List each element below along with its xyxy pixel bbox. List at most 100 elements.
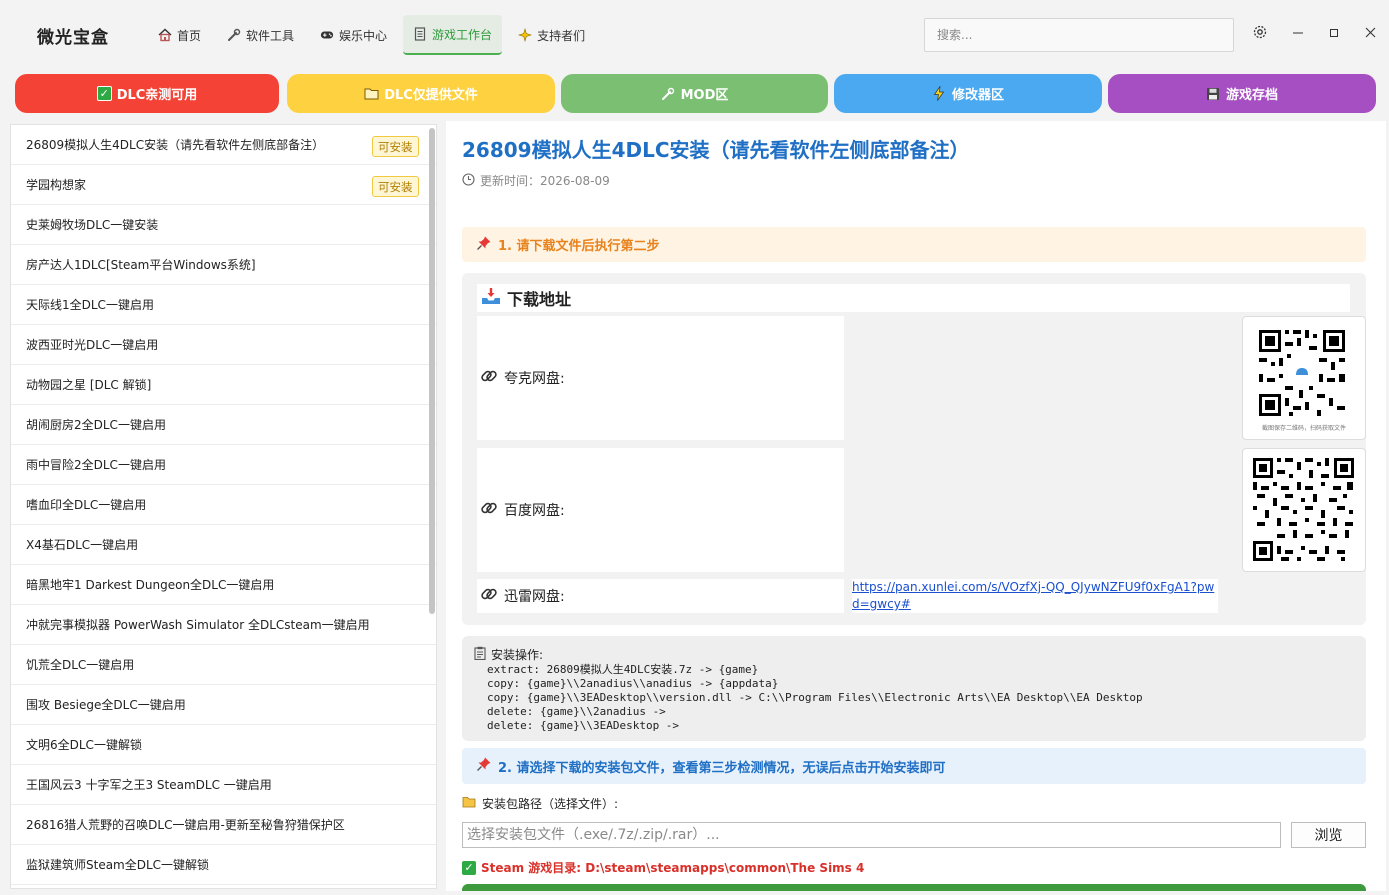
clipboard-icon (474, 646, 486, 663)
download-panel: 下载地址 夸克网盘: 截图保存二维码，扫码获取文件 百度网盘: 迅雷网盘: ht… (462, 273, 1366, 625)
step-2-banner: 2. 请选择下载的安装包文件，查看第三步检测情况，无误后点击开始安装即可 (462, 748, 1366, 784)
list-item[interactable]: X4基石DLC一键启用 (11, 525, 436, 565)
nav-item-supporters[interactable]: 支持者们 (508, 15, 595, 55)
update-date: 2026-08-09 (540, 173, 610, 188)
wrench-icon (661, 86, 676, 101)
install-line: delete: {game}\\2anadius -> (487, 705, 666, 718)
nav-item-label: 首页 (177, 28, 202, 43)
list-item[interactable]: 暗黑地牢1 Darkest Dungeon全DLC一键启用 (11, 565, 436, 605)
pushpin-icon (476, 756, 492, 776)
close-icon (1365, 26, 1376, 42)
list-item[interactable]: 动物园之星 [DLC 解锁] (11, 365, 436, 405)
install-line: copy: {game}\\2anadius\\anadius -> {appd… (487, 677, 779, 690)
category-label: 游戏存档 (1225, 88, 1278, 103)
app-title: 微光宝盒 (37, 28, 109, 48)
list-item[interactable]: 波西亚时光DLC一键启用 (11, 325, 436, 365)
nav-item-home[interactable]: 首页 (148, 15, 211, 55)
link-icon (480, 367, 498, 389)
nav-item-label: 软件工具 (246, 28, 295, 43)
list-item[interactable]: 饥荒全DLC一键启用 (11, 645, 436, 685)
document-icon (413, 27, 427, 41)
list-item[interactable]: 26816猎人荒野的召唤DLC一键启用-更新至秘鲁狩猎保护区 (11, 805, 436, 845)
category-label: MOD区 (680, 88, 729, 103)
gear-icon (1252, 24, 1268, 44)
baidu-label: 百度网盘: (504, 503, 565, 519)
check-box-icon: ✓ (96, 86, 112, 101)
list-item[interactable]: 天际线1全DLC一键启用 (11, 285, 436, 325)
home-icon (158, 28, 172, 42)
settings-button[interactable] (1250, 24, 1270, 44)
nav-item-tools[interactable]: 软件工具 (217, 15, 304, 55)
sparkle-icon (518, 28, 533, 42)
quark-qr-code: 截图保存二维码，扫码获取文件 (1242, 316, 1366, 440)
qr-code-icon (1258, 329, 1346, 417)
gamepad-icon (320, 28, 334, 42)
steam-directory-status: ✓ Steam 游戏目录: D:\steam\steamapps\common\… (462, 859, 864, 876)
search-input[interactable] (924, 18, 1234, 52)
category-label: 修改器区 (951, 88, 1004, 103)
clock-icon (462, 172, 475, 189)
install-line: extract: 26809模拟人生4DLC安装.7z -> {game} (487, 663, 759, 676)
list-item[interactable]: 监狱建筑师Steam全DLC一键解锁 (11, 845, 436, 885)
list-item[interactable]: 雨中冒险2全DLC一键启用 (11, 445, 436, 485)
qr-caption: 截图保存二维码，扫码获取文件 (1261, 425, 1346, 432)
maximize-button[interactable] (1324, 24, 1344, 44)
category-mod[interactable]: MOD区 (561, 74, 828, 113)
step-1-banner: 1. 请下载文件后执行第二步 (462, 227, 1366, 262)
package-path-input[interactable] (462, 822, 1281, 848)
install-line: delete: {game}\\3EADesktop -> (487, 719, 680, 732)
install-operations: 安装操作: extract: 26809模拟人生4DLC安装.7z -> {ga… (462, 636, 1366, 741)
nav-item-entertainment[interactable]: 娱乐中心 (310, 15, 397, 55)
category-dlc-files[interactable]: DLC仅提供文件 (287, 74, 555, 113)
title-bar: 微光宝盒 首页 软件工具 娱乐中心 游戏工作台 支持者们 搜索... (0, 0, 1389, 68)
quark-label: 夸克网盘: (504, 371, 565, 387)
category-label: DLC亲测可用 (116, 88, 198, 103)
check-box-icon: ✓ (462, 860, 476, 875)
minimize-button[interactable] (1288, 24, 1308, 44)
list-item[interactable]: 26809模拟人生4DLC安装（请先看软件左侧底部备注） 可安装 (11, 125, 436, 165)
close-button[interactable] (1360, 24, 1380, 44)
update-time: 更新时间： 2026-08-09 (462, 172, 610, 189)
qr-code-icon (1253, 458, 1354, 561)
wrench-icon (227, 28, 241, 42)
list-item[interactable]: 冲就完事模拟器 PowerWash Simulator 全DLCsteam一键启… (11, 605, 436, 645)
inbox-tray-icon (481, 287, 501, 309)
folder-icon (462, 796, 476, 811)
category-dlc-tested[interactable]: ✓ DLC亲测可用 (15, 74, 279, 113)
link-icon (480, 499, 498, 521)
list-item[interactable]: 围攻 Besiege全DLC一键启用 (11, 685, 436, 725)
installable-badge: 可安装 (372, 176, 419, 197)
list-item[interactable]: 王国风云3 十字军之王3 SteamDLC 一键启用 (11, 765, 436, 805)
lightning-icon (932, 86, 947, 101)
list-item[interactable]: 学园构想家 可安装 (11, 165, 436, 205)
pushpin-icon (476, 235, 492, 255)
link-icon (480, 585, 498, 607)
browse-button[interactable]: 浏览 (1291, 822, 1366, 848)
list-item[interactable]: 文明6全DLC一键解锁 (11, 725, 436, 765)
download-header: 下载地址 (477, 284, 1350, 312)
quark-row: 夸克网盘: (477, 316, 844, 440)
list-scrollbar[interactable] (429, 128, 435, 614)
category-label: DLC仅提供文件 (384, 88, 478, 103)
list-item[interactable]: 史莱姆牧场DLC一键安装 (11, 205, 436, 245)
list-item[interactable]: 胡闹厨房2全DLC一键启用 (11, 405, 436, 445)
install-title: 安装操作: (491, 647, 544, 662)
list-item[interactable]: 嗜血印全DLC一键启用 (11, 485, 436, 525)
nav-item-label: 娱乐中心 (339, 28, 388, 43)
installable-badge: 可安装 (372, 136, 419, 157)
install-line: copy: {game}\\3EADesktop\\version.dll ->… (487, 691, 1143, 704)
nav-item-label: 支持者们 (537, 28, 586, 43)
xunlei-link[interactable]: https://pan.xunlei.com/s/VOzfXj-QQ_QJywN… (852, 579, 1218, 613)
floppy-icon (1206, 86, 1221, 101)
list-item[interactable]: 房产达人1DLC[Steam平台Windows系统] (11, 245, 436, 285)
nav-item-label: 游戏工作台 (432, 27, 493, 42)
start-install-button[interactable] (462, 884, 1366, 891)
main-nav: 首页 软件工具 娱乐中心 游戏工作台 支持者们 (148, 15, 595, 55)
category-trainer[interactable]: 修改器区 (834, 74, 1102, 113)
detail-panel: 26809模拟人生4DLC安装（请先看软件左侧底部备注） 更新时间： 2026-0… (446, 121, 1386, 891)
folder-icon (364, 86, 379, 101)
baidu-qr-code (1242, 448, 1366, 572)
nav-item-game-workbench[interactable]: 游戏工作台 (403, 15, 503, 55)
category-saves[interactable]: 游戏存档 (1108, 74, 1376, 113)
maximize-icon (1329, 26, 1339, 42)
